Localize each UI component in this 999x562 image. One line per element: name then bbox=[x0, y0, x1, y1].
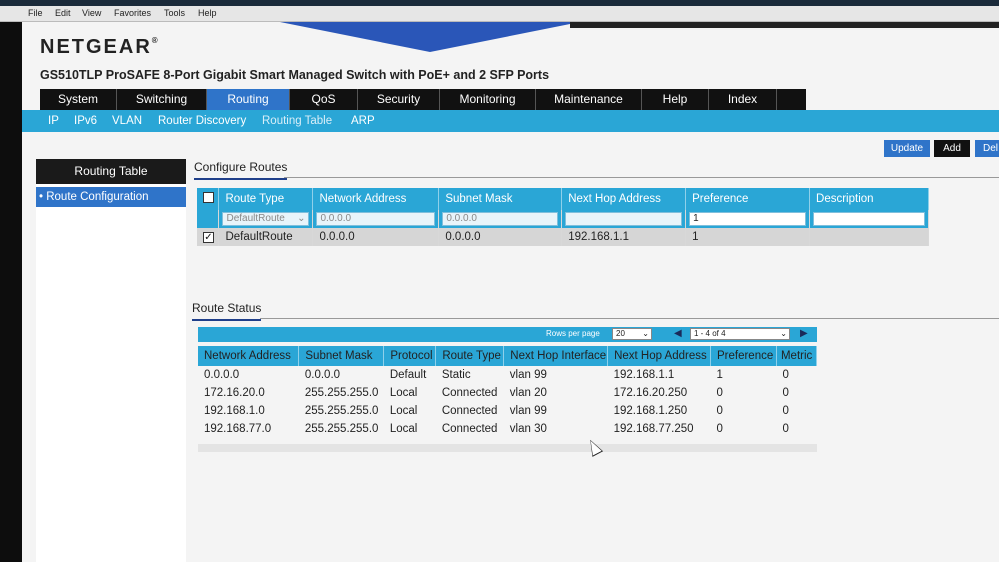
netgear-logo: NETGEAR® bbox=[40, 36, 158, 58]
subtab-ipv6[interactable]: IPv6 bbox=[74, 115, 97, 127]
menu-help[interactable]: Help bbox=[198, 8, 217, 18]
subtab-router-discovery[interactable]: Router Discovery bbox=[158, 115, 246, 127]
network-address-input[interactable]: 0.0.0.0 bbox=[316, 212, 436, 226]
rows-per-page-select[interactable]: 20 ⌄ bbox=[612, 328, 652, 340]
main-nav: System Switching Routing QoS Security Mo… bbox=[40, 89, 806, 110]
tab-switching[interactable]: Switching bbox=[117, 89, 207, 110]
col-next-hop-address: Next Hop Address bbox=[607, 346, 711, 366]
col-network-address: Network Address bbox=[198, 346, 300, 366]
table-row[interactable]: 192.168.1.0 255.255.255.0 Local Connected vl… bbox=[198, 402, 817, 420]
rows-per-page-label: Rows per page bbox=[546, 329, 600, 338]
cell-subnet-mask: 0.0.0.0 bbox=[438, 228, 563, 246]
banner-strip bbox=[570, 22, 999, 28]
subnet-mask-input[interactable]: 0.0.0.0 bbox=[442, 212, 559, 226]
description-input[interactable] bbox=[813, 212, 925, 226]
next-hop-input[interactable] bbox=[565, 212, 683, 226]
col-next-hop-interface: Next Hop Interface bbox=[503, 346, 609, 366]
sidebar: Routing Table • Route Configuration bbox=[36, 159, 186, 562]
cell-route-type: DefaultRoute bbox=[218, 228, 314, 246]
chevron-down-icon: ⌄ bbox=[642, 329, 649, 338]
route-status-table: Network Address Subnet Mask Protocol Rou… bbox=[198, 346, 818, 438]
menu-edit[interactable]: Edit bbox=[55, 8, 71, 18]
col-description: Description bbox=[809, 188, 929, 210]
browser-menu-bar: File Edit View Favorites Tools Help bbox=[0, 6, 999, 22]
product-title: GS510TLP ProSAFE 8-Port Gigabit Smart Ma… bbox=[40, 68, 550, 82]
col-network-address: Network Address bbox=[312, 188, 440, 210]
section-divider bbox=[260, 318, 999, 319]
col-next-hop-address: Next Hop Address bbox=[561, 188, 687, 210]
menu-tools[interactable]: Tools bbox=[164, 8, 185, 18]
sub-nav: IP IPv6 VLAN Router Discovery Routing Ta… bbox=[22, 110, 999, 132]
screen-bezel bbox=[0, 22, 22, 562]
subtab-vlan[interactable]: VLAN bbox=[112, 115, 142, 127]
cell-description bbox=[809, 228, 929, 246]
table-footer bbox=[198, 444, 817, 452]
table-row[interactable]: 192.168.77.0 255.255.255.0 Local Connected v… bbox=[198, 420, 817, 438]
configure-routes-title: Configure Routes bbox=[194, 160, 288, 180]
cell-next-hop: 192.168.1.1 bbox=[561, 228, 687, 246]
col-route-type: Route Type bbox=[435, 346, 505, 366]
chevron-down-icon: ⌄ bbox=[297, 213, 306, 224]
menu-view[interactable]: View bbox=[82, 8, 101, 18]
subtab-arp[interactable]: ARP bbox=[351, 115, 375, 127]
chevron-down-icon: ⌄ bbox=[780, 329, 787, 338]
select-all-checkbox[interactable] bbox=[203, 192, 214, 203]
select-all-header bbox=[197, 188, 220, 210]
col-subnet-mask: Subnet Mask bbox=[438, 188, 563, 210]
delete-button[interactable]: Del bbox=[975, 140, 999, 157]
table-row[interactable]: ✓ DefaultRoute 0.0.0.0 0.0.0.0 192.168.1… bbox=[197, 228, 929, 246]
tab-security[interactable]: Security bbox=[358, 89, 440, 110]
configure-routes-table: Route Type Network Address Subnet Mask N… bbox=[197, 188, 929, 246]
preference-input[interactable]: 1 bbox=[689, 212, 807, 226]
sidebar-item-route-configuration[interactable]: • Route Configuration bbox=[36, 187, 186, 207]
add-route-row: DefaultRoute ⌄ 0.0.0.0 0.0.0.0 1 bbox=[197, 210, 929, 228]
tab-maintenance[interactable]: Maintenance bbox=[536, 89, 642, 110]
menu-favorites[interactable]: Favorites bbox=[114, 8, 151, 18]
tab-qos[interactable]: QoS bbox=[290, 89, 358, 110]
col-preference: Preference bbox=[685, 188, 811, 210]
cell-preference: 1 bbox=[685, 228, 811, 246]
route-status-title: Route Status bbox=[192, 301, 262, 321]
tab-system[interactable]: System bbox=[40, 89, 117, 110]
pagination-bar: Rows per page 20 ⌄ ◀ 1 - 4 of 4 ⌄ ▶ bbox=[198, 327, 817, 342]
col-route-type: Route Type bbox=[218, 188, 314, 210]
sidebar-header[interactable]: Routing Table bbox=[36, 159, 186, 184]
switch-web-ui: NETGEAR® GS510TLP ProSAFE 8-Port Gigabit… bbox=[22, 22, 999, 562]
section-divider bbox=[284, 177, 999, 178]
route-type-select[interactable]: DefaultRoute ⌄ bbox=[222, 212, 310, 226]
subtab-ip[interactable]: IP bbox=[48, 115, 59, 127]
tab-monitoring[interactable]: Monitoring bbox=[440, 89, 536, 110]
col-metric: Metric bbox=[776, 346, 818, 366]
add-button[interactable]: Add bbox=[934, 140, 970, 157]
table-row[interactable]: 0.0.0.0 0.0.0.0 Default Static vlan 99 192.16… bbox=[198, 366, 817, 384]
cell-network-address: 0.0.0.0 bbox=[312, 228, 440, 246]
col-subnet-mask: Subnet Mask bbox=[298, 346, 385, 366]
tab-index[interactable]: Index bbox=[709, 89, 777, 110]
col-protocol: Protocol bbox=[383, 346, 437, 366]
subtab-routing-table[interactable]: Routing Table bbox=[262, 115, 332, 127]
tab-routing[interactable]: Routing bbox=[207, 89, 290, 110]
table-row[interactable]: 172.16.20.0 255.255.255.0 Local Connected vl… bbox=[198, 384, 817, 402]
banner-graphic bbox=[280, 22, 580, 52]
col-preference: Preference bbox=[710, 346, 777, 366]
menu-file[interactable]: File bbox=[28, 8, 43, 18]
row-checkbox[interactable]: ✓ bbox=[203, 232, 214, 243]
page-range-select[interactable]: 1 - 4 of 4 ⌄ bbox=[690, 328, 790, 340]
tab-help[interactable]: Help bbox=[642, 89, 709, 110]
prev-page-icon[interactable]: ◀ bbox=[674, 328, 682, 339]
next-page-icon[interactable]: ▶ bbox=[800, 328, 808, 339]
update-button[interactable]: Update bbox=[884, 140, 930, 157]
